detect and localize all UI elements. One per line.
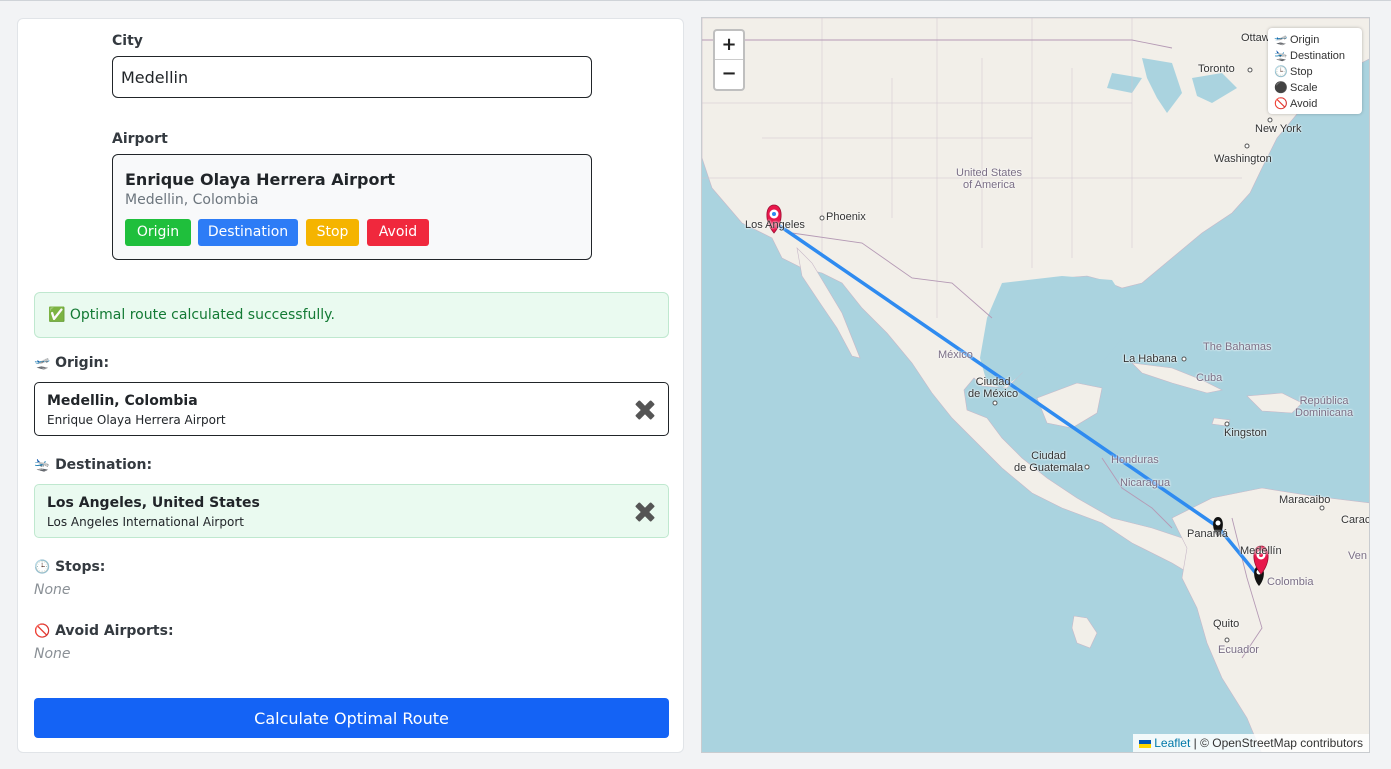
- map-label-toronto: Toronto: [1198, 63, 1235, 75]
- airport-label: Airport: [112, 131, 168, 147]
- map-label-quito: Quito: [1213, 618, 1240, 630]
- legend-destination: 🛬 Destination: [1274, 50, 1346, 62]
- airplane-landing-icon: 🛬: [1274, 50, 1288, 62]
- map-label-guatemala: Ciudad de Guatemala: [1014, 450, 1084, 474]
- map-label-nicaragua: Nicaragua: [1120, 477, 1171, 489]
- destination-airport: Los Angeles International Airport: [47, 515, 244, 529]
- hispaniola-island: [1246, 392, 1303, 414]
- map-label-honduras: Honduras: [1111, 454, 1159, 466]
- map-label-la-habana: La Habana: [1123, 353, 1177, 365]
- map-label-usa: United States of America: [956, 167, 1023, 191]
- map-label-maracaibo: Maracaibo: [1279, 494, 1331, 506]
- destination-label: Destination:: [55, 457, 153, 473]
- no-entry-icon: 🚫: [34, 624, 51, 639]
- airplane-landing-icon: 🛬: [34, 458, 51, 473]
- destination-city: Los Angeles, United States: [47, 495, 260, 511]
- map-label-ottawa: Ottaw: [1241, 32, 1270, 44]
- avoid-section-label: 🚫 Avoid Airports:: [34, 623, 174, 639]
- ukraine-flag-icon: [1139, 739, 1152, 748]
- selected-origin-card: Medellin, Colombia Enrique Olaya Herrera…: [34, 382, 669, 436]
- airplane-takeoff-icon: 🛫: [1274, 34, 1288, 46]
- remove-destination-close-icon[interactable]: [634, 501, 656, 523]
- leaflet-link[interactable]: Leaflet: [1154, 736, 1190, 750]
- map-legend: 🛫 Origin 🛬 Destination 🕒 Stop ⚫ Scale 🚫 Avoid: [1268, 28, 1362, 114]
- stops-value: None: [34, 582, 71, 598]
- route-form-panel: City Airport Enrique Olaya Herrera Airpo…: [17, 18, 684, 753]
- stops-label: Stops:: [55, 559, 106, 575]
- clock-icon: 🕒: [34, 560, 51, 575]
- galapagos-islands: [1071, 615, 1098, 649]
- airplane-takeoff-icon: 🛫: [34, 356, 51, 371]
- map-label-ecuador: Ecuador: [1218, 644, 1259, 656]
- avoid-label: Avoid Airports:: [55, 623, 174, 639]
- top-border: [0, 0, 1391, 1]
- map-label-new-york: New York: [1255, 123, 1302, 135]
- map-label-caracas: Carac: [1341, 514, 1370, 526]
- route-map[interactable]: Ottaw Toronto New York Washington United…: [701, 17, 1370, 753]
- yucatan-land: [1036, 382, 1103, 429]
- map-label-venezuela: Ven: [1348, 550, 1367, 562]
- remove-origin-close-icon[interactable]: [634, 399, 656, 421]
- map-label-colombia: Colombia: [1267, 576, 1314, 588]
- legend-origin: 🛫 Origin: [1274, 34, 1320, 46]
- selected-destination-card: Los Angeles, United States Los Angeles I…: [34, 484, 669, 538]
- attribution-text: | © OpenStreetMap contributors: [1193, 736, 1363, 750]
- clock-icon: 🕒: [1274, 66, 1288, 78]
- legend-stop: 🕒 Stop: [1274, 66, 1313, 78]
- map-label-kingston: Kingston: [1224, 427, 1267, 439]
- airport-name: Enrique Olaya Herrera Airport: [125, 170, 396, 189]
- stops-section-label: 🕒 Stops:: [34, 559, 105, 575]
- zoom-control: + −: [713, 29, 745, 91]
- success-alert: ✅ Optimal route calculated successfully.: [34, 292, 669, 338]
- destination-section-label: 🛬 Destination:: [34, 457, 152, 473]
- map-label-los-angeles: Los Angeles: [745, 219, 805, 231]
- calculate-route-button[interactable]: Calculate Optimal Route: [34, 698, 669, 738]
- map-label-bahamas: The Bahamas: [1203, 341, 1272, 353]
- airport-result-card: Enrique Olaya Herrera Airport Medellin, …: [112, 154, 592, 260]
- legend-scale: ⚫ Scale: [1274, 82, 1318, 94]
- map-label-mexico: México: [938, 349, 973, 361]
- zoom-out-button[interactable]: −: [715, 60, 743, 89]
- airport-location: Medellin, Colombia: [125, 192, 259, 208]
- no-entry-icon: 🚫: [1274, 98, 1288, 110]
- avoid-value: None: [34, 646, 71, 662]
- map-label-washington: Washington: [1214, 153, 1272, 165]
- city-input[interactable]: [112, 56, 592, 98]
- legend-avoid: 🚫 Avoid: [1274, 98, 1318, 110]
- set-origin-button[interactable]: Origin: [125, 219, 191, 246]
- add-stop-button[interactable]: Stop: [306, 219, 359, 246]
- map-label-phoenix: Phoenix: [826, 211, 866, 223]
- map-attribution: Leaflet | © OpenStreetMap contributors: [1133, 734, 1369, 752]
- gulf-of-mexico: [980, 276, 1127, 388]
- map-label-mexico-city: Ciudad de México: [968, 376, 1019, 400]
- map-label-cuba: Cuba: [1196, 372, 1223, 384]
- origin-section-label: 🛫 Origin:: [34, 355, 109, 371]
- map-label-dominicana: República Dominicana: [1295, 395, 1354, 419]
- origin-city: Medellin, Colombia: [47, 393, 198, 409]
- city-label: City: [112, 33, 143, 49]
- map-label-medellin: Medellín: [1240, 545, 1282, 557]
- black-circle-icon: ⚫: [1274, 82, 1288, 94]
- zoom-in-button[interactable]: +: [715, 31, 743, 60]
- set-destination-button[interactable]: Destination: [198, 219, 298, 246]
- origin-label: Origin:: [55, 355, 110, 371]
- origin-airport: Enrique Olaya Herrera Airport: [47, 413, 226, 427]
- map-label-panama: Panamá: [1187, 528, 1228, 540]
- avoid-airport-button[interactable]: Avoid: [367, 219, 429, 246]
